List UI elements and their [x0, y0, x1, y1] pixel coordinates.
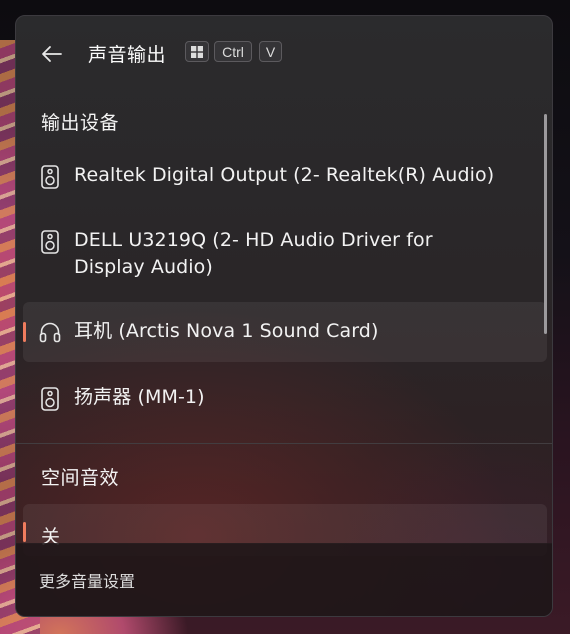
device-label: DELL U3219Q (2- HD Audio Driver for Disp… [74, 229, 433, 278]
selected-indicator [23, 322, 26, 342]
windows-key-hint [185, 41, 209, 62]
ctrl-key-hint: Ctrl [214, 41, 252, 62]
page-title: 声音输出 [88, 44, 167, 66]
device-label: 耳机 (Arctis Nova 1 Sound Card) [74, 320, 379, 342]
device-label: 扬声器 (MM-1) [74, 386, 205, 408]
device-item-dell-u3219q[interactable]: DELL U3219Q (2- HD Audio Driver for Disp… [23, 212, 547, 292]
sound-output-flyout: 声音输出 Ctrl V 输出设备 Realtek Digital Output … [15, 15, 553, 617]
device-item-mm1-speaker[interactable]: 扬声器 (MM-1) [23, 368, 547, 426]
back-button[interactable] [36, 38, 68, 70]
v-key-hint: V [259, 41, 282, 62]
speaker-icon [39, 387, 61, 411]
section-divider [16, 443, 552, 444]
speaker-icon [39, 165, 61, 189]
arrow-left-icon [42, 46, 62, 62]
speaker-icon [39, 230, 61, 254]
flyout-header: 声音输出 Ctrl V [16, 16, 552, 88]
selected-indicator [23, 522, 26, 542]
headphones-icon [39, 320, 61, 344]
device-label: Realtek Digital Output (2- Realtek(R) Au… [74, 164, 495, 186]
flyout-footer: 更多音量设置 [16, 543, 552, 616]
windows-logo-icon [191, 45, 203, 58]
device-item-arctis-nova-headphones[interactable]: 耳机 (Arctis Nova 1 Sound Card) [23, 302, 547, 362]
spatial-audio-heading: 空间音效 [41, 467, 120, 489]
more-volume-settings-link[interactable]: 更多音量设置 [39, 568, 135, 592]
device-item-realtek-digital[interactable]: Realtek Digital Output (2- Realtek(R) Au… [23, 147, 547, 205]
output-devices-heading: 输出设备 [41, 112, 120, 134]
scrollbar[interactable] [544, 114, 547, 334]
